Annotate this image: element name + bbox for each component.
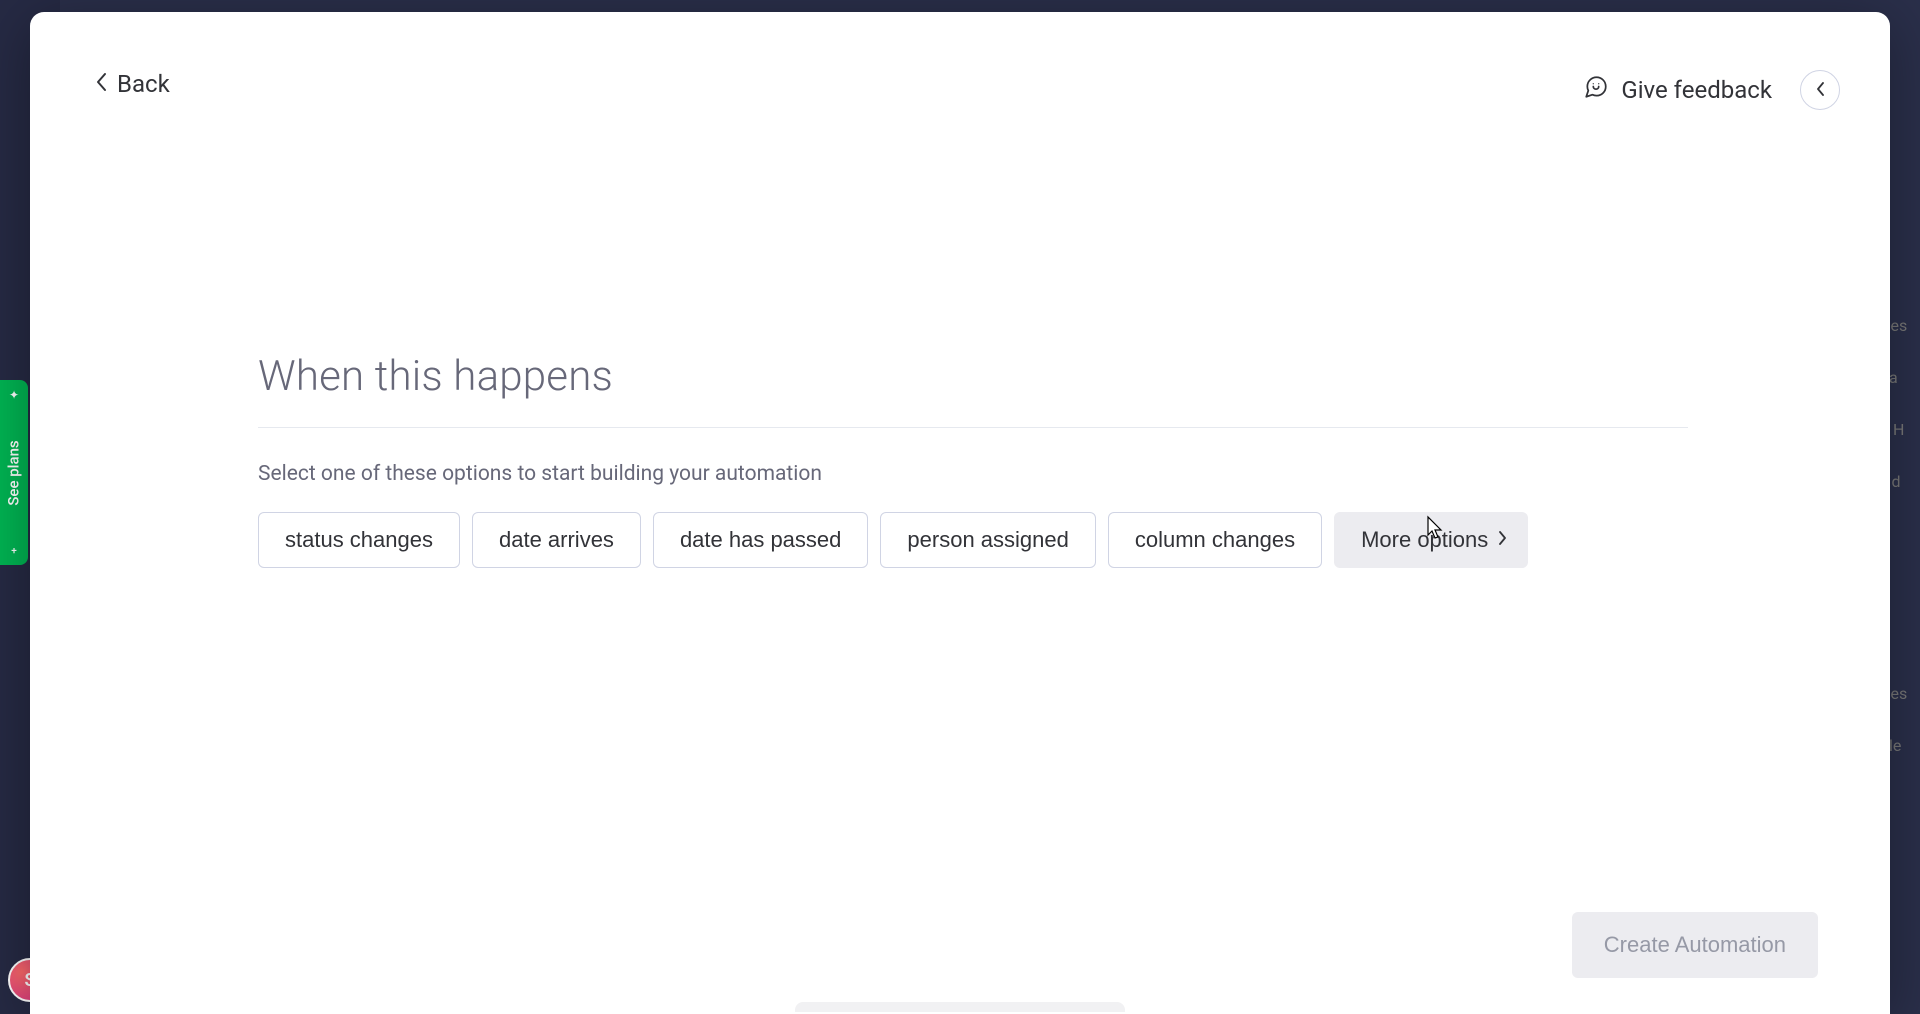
chevron-right-icon — [1498, 531, 1507, 550]
collapse-panel-button[interactable] — [1800, 70, 1840, 110]
section-title: When this happens — [258, 352, 1688, 401]
trigger-options-row: status changes date arrives date has pas… — [258, 512, 1688, 568]
option-column-changes[interactable]: column changes — [1108, 512, 1322, 568]
feedback-label: Give feedback — [1621, 76, 1772, 104]
more-options-label: More options — [1361, 527, 1488, 553]
feedback-icon — [1583, 74, 1609, 106]
give-feedback-button[interactable]: Give feedback — [1583, 74, 1772, 106]
option-person-assigned[interactable]: person assigned — [880, 512, 1095, 568]
automation-builder-modal: Back Give feedback — [30, 12, 1890, 1014]
sparkle-icon: ✦ — [0, 388, 28, 402]
helper-text: Select one of these options to start bui… — [258, 462, 1688, 486]
create-automation-button[interactable]: Create Automation — [1572, 912, 1818, 978]
back-label: Back — [117, 70, 170, 98]
option-status-changes[interactable]: status changes — [258, 512, 460, 568]
option-date-has-passed[interactable]: date has passed — [653, 512, 868, 568]
modal-header: Back Give feedback — [30, 12, 1890, 122]
option-date-arrives[interactable]: date arrives — [472, 512, 641, 568]
option-more-options[interactable]: More options — [1334, 512, 1528, 568]
chevron-left-icon — [95, 72, 107, 97]
header-right-group: Give feedback — [1583, 70, 1840, 110]
section-divider — [258, 427, 1688, 428]
plus-icon: + — [0, 546, 28, 557]
trigger-selection-section: When this happens Select one of these op… — [258, 352, 1688, 568]
bottom-hint-chip — [795, 1002, 1125, 1012]
chevron-left-icon — [1816, 81, 1825, 100]
back-button[interactable]: Back — [95, 70, 170, 98]
modal-footer: Create Automation — [1572, 912, 1818, 978]
see-plans-label: See plans — [5, 440, 23, 505]
see-plans-tab[interactable]: ✦ See plans + — [0, 380, 28, 565]
